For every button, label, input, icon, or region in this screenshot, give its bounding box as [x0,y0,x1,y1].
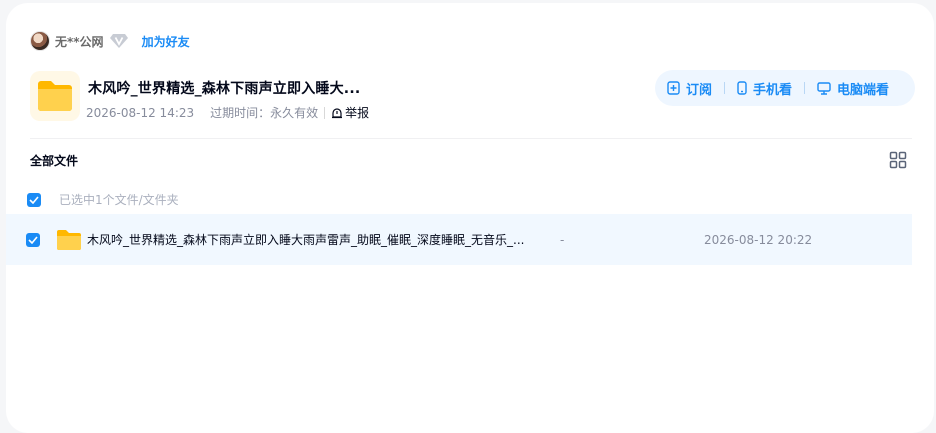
subscribe-label: 订阅 [686,82,713,98]
report-label: 举报 [345,106,370,120]
check-icon [29,195,39,204]
diamond-v-icon [109,32,128,50]
grid-view-icon[interactable] [889,151,907,169]
user-name[interactable]: 无**公网 [55,33,104,50]
share-date: 2026-08-12 14:23 [86,105,195,120]
folder-icon [38,81,72,111]
add-friend-link[interactable]: 加为好友 [142,33,190,50]
file-size: - [560,232,565,247]
action-bar: 订阅 手机看 电脑端看 [655,70,915,106]
phone-view-label: 手机看 [753,82,793,98]
phone-view-button[interactable]: 手机看 [737,79,792,98]
expire-label: 过期时间： [210,106,271,120]
check-icon [28,235,38,244]
select-all-row: 已选中1个文件/文件夹 [27,191,179,208]
file-time: 2026-08-12 20:22 [704,232,813,247]
file-name[interactable]: 木风吟_世界精选_森林下雨声立即入睡大雨声雷声_助眠_催眠_深度睡眠_无音乐_.… [87,231,527,248]
selected-count-text: 已选中1个文件/文件夹 [59,193,179,207]
share-card: 无**公网 加为好友 木风吟_世界精选_森林下雨声立即入睡大... 2026-0… [6,3,934,433]
action-divider [804,82,806,94]
folder-icon [56,229,82,251]
phone-icon [737,81,747,95]
subscribe-button[interactable]: 订阅 [667,79,712,98]
share-title: 木风吟_世界精选_森林下雨声立即入睡大... [88,81,361,97]
meta-divider [324,106,326,119]
breadcrumb[interactable]: 全部文件 [30,152,78,169]
share-meta: 2026-08-12 14:23 过期时间： 永久有效 举报 [86,104,369,121]
report-button[interactable]: 举报 [331,104,369,121]
monitor-icon [817,81,831,95]
subscribe-icon [667,81,680,95]
action-divider [724,82,726,94]
row-checkbox[interactable] [26,232,40,247]
header-divider [30,138,912,139]
select-all-checkbox[interactable] [27,192,41,207]
avatar[interactable] [30,31,50,51]
table-row[interactable]: 木风吟_世界精选_森林下雨声立即入睡大雨声雷声_助眠_催眠_深度睡眠_无音乐_.… [6,214,912,265]
pc-view-label: 电脑端看 [837,82,890,98]
user-info: 无**公网 加为好友 [30,30,190,52]
report-icon [332,107,343,118]
share-folder-icon [30,71,80,121]
pc-view-button[interactable]: 电脑端看 [817,79,889,98]
expire-value: 永久有效 [270,106,319,120]
